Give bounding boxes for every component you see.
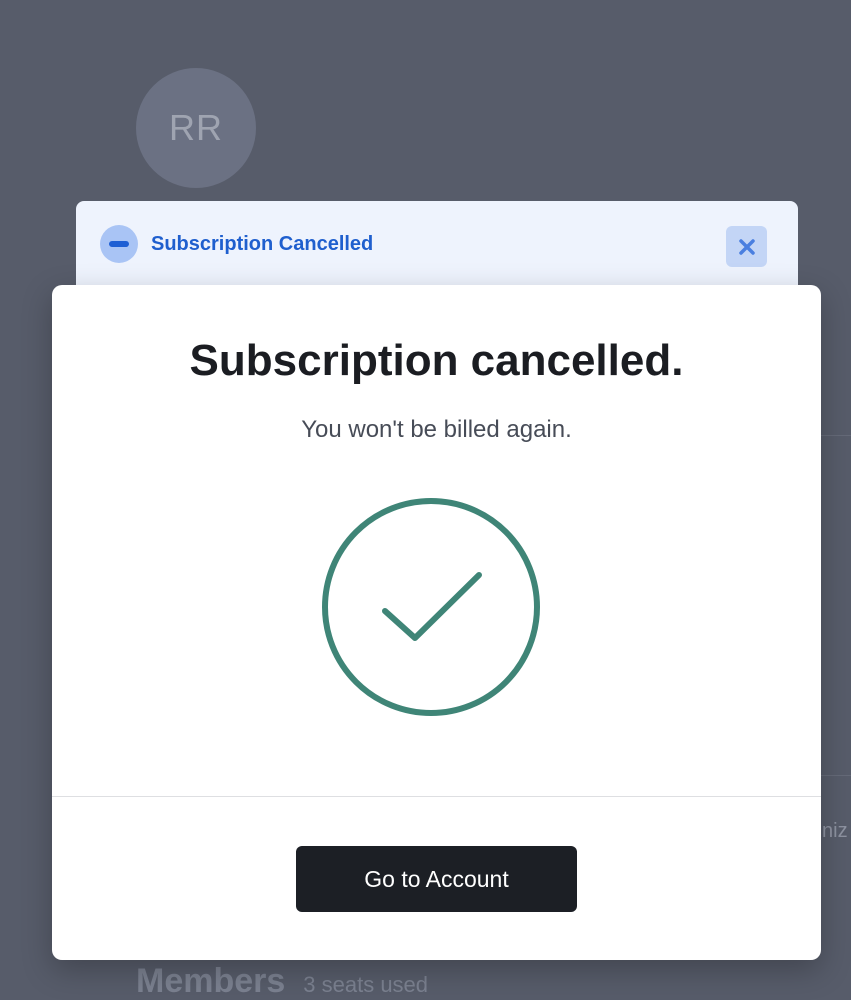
background-truncated-text: niz: [822, 820, 848, 842]
background-divider: [821, 435, 851, 436]
avatar-initials: RR: [169, 107, 223, 148]
confirmation-modal: Subscription cancelled. You won't be bil…: [52, 285, 821, 960]
toast-close-button[interactable]: [726, 226, 767, 267]
toast-title: Subscription Cancelled: [151, 233, 374, 255]
avatar: RR: [136, 68, 256, 188]
check-circle-icon: [322, 498, 540, 716]
close-icon: [738, 238, 755, 255]
members-section-header: Members 3 seats used: [136, 962, 428, 1000]
modal-subtitle: You won't be billed again.: [301, 416, 572, 443]
members-seats-count: 3 seats used: [303, 972, 429, 997]
background-divider: [821, 775, 851, 776]
go-to-account-button[interactable]: Go to Account: [296, 846, 577, 912]
modal-title: Subscription cancelled.: [189, 336, 684, 385]
members-title: Members: [136, 962, 286, 1000]
minus-circle-icon: [100, 225, 138, 263]
modal-divider: [52, 796, 821, 797]
